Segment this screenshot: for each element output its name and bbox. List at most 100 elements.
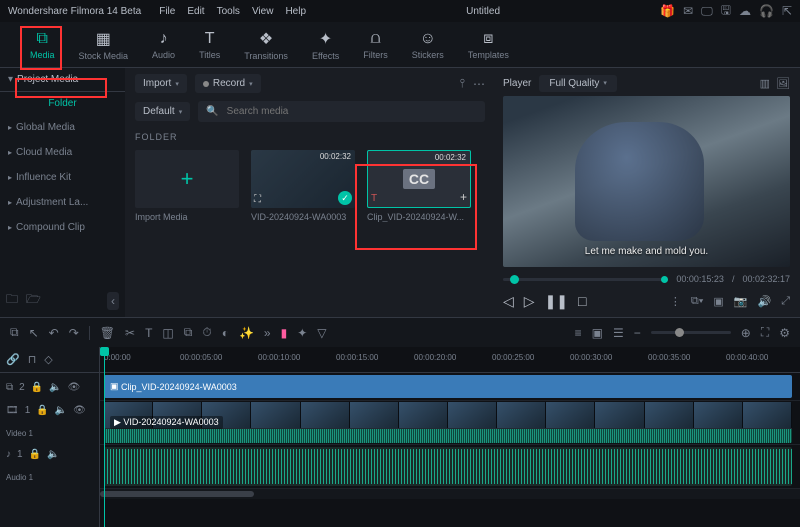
lock-icon[interactable]: 🔒: [31, 382, 43, 393]
speed-icon[interactable]: ⏱: [202, 325, 211, 340]
scrub-thumb[interactable]: [510, 275, 519, 284]
quality-select[interactable]: Full Quality▾: [539, 75, 617, 92]
timeline-settings-icon[interactable]: ⚙: [779, 326, 790, 340]
headset-icon[interactable]: 🎧: [759, 4, 774, 18]
sidebar-item-cloud-media[interactable]: ▸Cloud Media: [0, 140, 125, 165]
sidebar-item-global-media[interactable]: ▸Global Media: [0, 115, 125, 140]
track-cc[interactable]: ▣ Clip_VID-20240924-WA0003: [100, 373, 800, 401]
track-head-video1[interactable]: 🎞1 🔒 🔈 👁 Video 1: [0, 401, 99, 445]
mute-icon[interactable]: 🔈: [47, 449, 59, 460]
tab-media[interactable]: ⧉Media: [18, 26, 67, 64]
sidebar-item-adjustment-layer[interactable]: ▸Adjustment La...: [0, 190, 125, 215]
lock-icon[interactable]: 🔒: [29, 449, 41, 460]
mixer-icon[interactable]: ≡: [575, 326, 582, 340]
more-tools-icon[interactable]: »: [264, 326, 271, 340]
save-icon[interactable]: 🖫: [721, 1, 731, 22]
timeline-scrollbar[interactable]: [100, 489, 800, 499]
eye-icon[interactable]: 👁: [68, 382, 81, 393]
delete-icon[interactable]: 🗑: [100, 326, 115, 340]
transport-more-icon[interactable]: ⋮: [670, 295, 681, 308]
undo-icon[interactable]: ↶: [49, 326, 59, 340]
preview-viewport[interactable]: Let me make and mold you.: [503, 96, 790, 267]
tool-selection-icon[interactable]: ⧉: [10, 325, 19, 340]
tab-filters[interactable]: ⩍Filters: [351, 26, 400, 64]
tab-titles[interactable]: TTitles: [187, 26, 232, 64]
menu-file[interactable]: File: [159, 6, 175, 17]
view-icon[interactable]: ☰: [613, 326, 624, 340]
tab-stock-media[interactable]: ▦Stock Media: [67, 25, 141, 65]
zoom-out-icon[interactable]: −: [634, 326, 641, 340]
track-head-cc[interactable]: ⧉2 🔒 🔈 👁: [0, 373, 99, 401]
export-icon[interactable]: ⇱: [782, 4, 792, 18]
timeline-tracks[interactable]: 0:00:00 00:00:05:00 00:00:10:00 00:00:15…: [100, 347, 800, 527]
sidebar-item-compound-clip[interactable]: ▸Compound Clip: [0, 215, 125, 240]
fullscreen-icon[interactable]: ⤢: [781, 295, 790, 308]
playhead[interactable]: [104, 347, 105, 527]
message-icon[interactable]: ✉: [683, 4, 693, 18]
thumb-import-media[interactable]: + Import Media: [135, 150, 239, 222]
search-input-wrapper[interactable]: 🔍: [198, 101, 485, 122]
track-video1[interactable]: ▶ VID-20240924-WA0003: [100, 401, 800, 445]
zoom-fit-icon[interactable]: ⛶: [761, 325, 769, 340]
render-icon[interactable]: ▣: [592, 326, 603, 340]
more-icon[interactable]: ⋯: [473, 77, 485, 91]
text-tool-icon[interactable]: T: [145, 326, 152, 340]
track-head-audio1[interactable]: ♪1 🔒 🔈 Audio 1: [0, 445, 99, 489]
marker-icon[interactable]: ▽: [317, 326, 326, 340]
marker-add-icon[interactable]: ◇: [44, 353, 52, 366]
clip-audio[interactable]: [104, 447, 792, 486]
color-icon[interactable]: ◐: [222, 326, 229, 340]
gift-icon[interactable]: 🎁: [660, 4, 675, 18]
menu-tools[interactable]: Tools: [217, 6, 240, 17]
lock-icon[interactable]: 🔒: [36, 405, 48, 416]
new-folder-icon[interactable]: 🗀: [6, 290, 18, 311]
smart-tool-icon[interactable]: ✦: [297, 326, 307, 340]
magnet-icon[interactable]: ⊓: [28, 353, 37, 366]
menu-edit[interactable]: Edit: [187, 6, 204, 17]
track-audio1[interactable]: [100, 445, 800, 489]
clip-cc[interactable]: ▣ Clip_VID-20240924-WA0003: [104, 375, 792, 398]
tab-stickers[interactable]: ☺Stickers: [400, 26, 456, 64]
stop-button[interactable]: □: [578, 293, 586, 309]
search-input[interactable]: [225, 105, 477, 118]
prev-frame-button[interactable]: ◁: [503, 293, 514, 310]
tab-templates[interactable]: ⧈Templates: [456, 26, 521, 64]
sidebar-item-influence-kit[interactable]: ▸Influence Kit: [0, 165, 125, 190]
pause-button[interactable]: ❚❚: [545, 293, 568, 310]
monitor-icon[interactable]: 🖵: [701, 4, 713, 19]
tab-transitions[interactable]: ❖Transitions: [232, 25, 300, 65]
zoom-slider[interactable]: [651, 331, 731, 334]
copy-icon[interactable]: ⧉: [184, 325, 193, 340]
sidebar-project-media[interactable]: ▾Project Media: [0, 68, 125, 92]
thumb-video-clip[interactable]: 00:02:32 ⛶ ✓ VID-20240924-WA0003: [251, 150, 355, 222]
volume-icon[interactable]: 🔊: [757, 295, 771, 308]
aspect-icon[interactable]: ⧉▾: [691, 295, 703, 308]
timeline-scrollbar-thumb[interactable]: [100, 491, 254, 497]
record-button[interactable]: Record▾: [195, 74, 261, 93]
menu-view[interactable]: View: [252, 6, 274, 17]
crop-icon[interactable]: ◫: [162, 326, 173, 340]
time-ruler[interactable]: 0:00:00 00:00:05:00 00:00:10:00 00:00:15…: [100, 347, 800, 373]
mute-icon[interactable]: 🔈: [49, 382, 61, 393]
safe-zone-icon[interactable]: ▣: [713, 295, 723, 308]
collapse-sidebar-icon[interactable]: ‹: [107, 292, 119, 310]
eye-icon[interactable]: 👁: [73, 405, 86, 416]
import-button[interactable]: Import▾: [135, 74, 187, 93]
snapshot-icon[interactable]: 🖼: [776, 77, 790, 90]
compare-icon[interactable]: ▥: [760, 77, 770, 90]
ai-badge-icon[interactable]: ▮: [281, 326, 288, 340]
new-bin-icon[interactable]: 🗁: [26, 290, 41, 311]
redo-icon[interactable]: ↷: [69, 326, 79, 340]
snapshot-button[interactable]: 📷: [734, 295, 748, 308]
clip-video[interactable]: ▶ VID-20240924-WA0003: [104, 402, 792, 443]
tab-audio[interactable]: ♪Audio: [140, 26, 187, 64]
tool-pointer-icon[interactable]: ↖: [29, 326, 39, 340]
zoom-in-icon[interactable]: ⊕: [741, 326, 751, 340]
cloud-icon[interactable]: ☁: [739, 4, 751, 18]
menu-help[interactable]: Help: [285, 6, 306, 17]
play-button[interactable]: ▷: [524, 293, 535, 310]
thumb-cc-clip[interactable]: 00:02:32 CC T + Clip_VID-20240924-W...: [367, 150, 471, 222]
mute-icon[interactable]: 🔈: [55, 405, 67, 416]
sidebar-folder[interactable]: Folder: [0, 92, 125, 115]
scrub-slider[interactable]: [503, 278, 668, 281]
